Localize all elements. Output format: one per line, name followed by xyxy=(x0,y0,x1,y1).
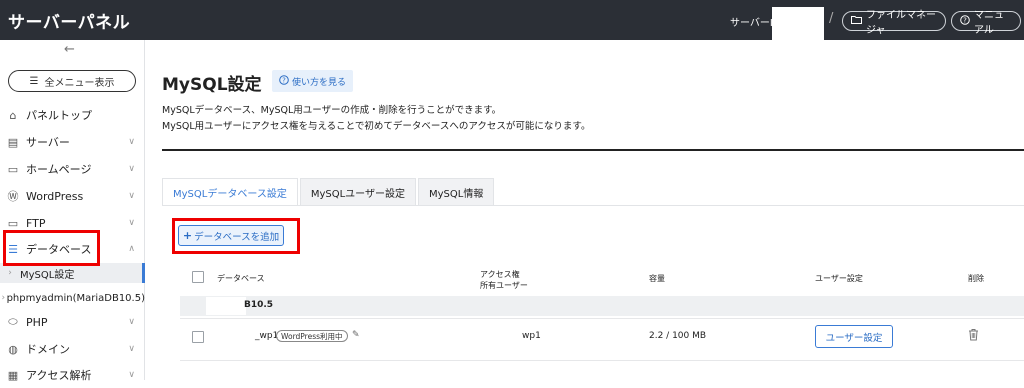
redacted-prefix xyxy=(206,297,246,315)
chevron-down-icon: ∨ xyxy=(128,218,135,228)
all-menu-button[interactable]: ☰ 全メニュー表示 xyxy=(8,70,136,92)
chevron-down-icon: ∨ xyxy=(128,164,135,174)
howto-button[interactable]: ? 使い方を見る xyxy=(272,70,354,92)
group-row: B10.5 xyxy=(180,296,1024,316)
wordpress-icon: Ⓦ xyxy=(7,190,19,203)
sidebar-item-label: パネルトップ xyxy=(26,109,92,122)
howto-label: 使い方を見る xyxy=(292,77,347,88)
all-menu-label: 全メニュー表示 xyxy=(44,77,115,89)
sidebar-item-label: FTP xyxy=(26,216,46,230)
sidebar-item-label: PHP xyxy=(26,315,48,329)
highlight-box-add-database xyxy=(172,218,300,254)
home-icon: ⌂ xyxy=(9,108,17,122)
brand-title[interactable]: サーバーパネル xyxy=(8,8,130,33)
sidebar-item-wordpress[interactable]: Ⓦ WordPress ∨ xyxy=(0,183,145,209)
chevron-down-icon: ∨ xyxy=(128,317,135,327)
database-name: _wp1 xyxy=(255,331,279,341)
group-label: B10.5 xyxy=(244,300,274,310)
php-icon: ⬭ xyxy=(8,315,18,328)
pencil-icon[interactable]: ✎ xyxy=(352,330,360,340)
database-panel: + データベースを追加 データベース アクセス権 所有ユーザー 容量 ユーザー設… xyxy=(162,205,1024,380)
row-checkbox[interactable] xyxy=(192,331,204,343)
tab-bar: MySQLデータベース設定 MySQLユーザー設定 MySQL情報 xyxy=(162,178,496,206)
sidebar-item-label: phpmyadmin(MariaDB10.5) xyxy=(6,292,145,304)
header-capacity: 容量 xyxy=(649,274,665,283)
chevron-up-icon: ∧ xyxy=(128,244,135,254)
window-icon: ▭ xyxy=(7,162,19,176)
arrow-left-icon[interactable]: ← xyxy=(64,42,75,57)
sidebar-item-label: ホームページ xyxy=(26,163,92,176)
main-content: MySQL設定 ? 使い方を見る MySQLデータベース、MySQL用ユーザーの… xyxy=(145,40,1024,380)
tab-mysql-info[interactable]: MySQL情報 xyxy=(417,178,495,206)
user-settings-button[interactable]: ユーザー設定 xyxy=(815,325,893,348)
sidebar-item-label: WordPress xyxy=(26,189,84,203)
separator: / xyxy=(829,11,834,26)
chevron-down-icon: ∨ xyxy=(128,191,135,201)
row-divider xyxy=(180,318,1024,319)
manual-button[interactable]: ? マニュアル xyxy=(951,10,1021,36)
sidebar-item-label: アクセス解析 xyxy=(26,369,92,382)
chevron-down-icon: ∨ xyxy=(128,344,135,354)
help-circle-icon: ? xyxy=(279,74,289,88)
description-line-1: MySQLデータベース、MySQL用ユーザーの作成・削除を行うことができます。 xyxy=(162,105,502,116)
page-title: MySQL設定 xyxy=(162,75,262,95)
description-line-2: MySQL用ユーザーにアクセス権を与えることで初めてデータベースへのアクセスが可… xyxy=(162,121,591,132)
sidebar-item-php[interactable]: ⬭ PHP ∨ xyxy=(0,309,145,335)
divider xyxy=(162,149,1024,151)
row-divider xyxy=(180,360,1024,361)
sidebar-item-label: ドメイン xyxy=(26,343,70,356)
sidebar-item-phpmyadmin[interactable]: › phpmyadmin(MariaDB10.5) xyxy=(0,288,145,308)
globe-icon: ◍ xyxy=(8,342,18,356)
owner-user: wp1 xyxy=(522,331,541,341)
header-owner-user: 所有ユーザー xyxy=(480,281,528,290)
chevron-down-icon: ∨ xyxy=(128,137,135,147)
file-manager-label: ファイルマネージャ xyxy=(866,10,936,36)
top-bar: サーバーパネル サーバーID / ファイルマネージャ ? マニュアル xyxy=(0,0,1024,40)
tab-mysql-database[interactable]: MySQLデータベース設定 xyxy=(162,178,298,206)
header-delete: 削除 xyxy=(968,274,984,283)
svg-text:?: ? xyxy=(282,76,286,84)
server-icon: ▤ xyxy=(7,135,19,149)
header-user-settings: ユーザー設定 xyxy=(815,274,863,283)
header-database: データベース xyxy=(217,274,265,283)
highlight-box-database xyxy=(3,230,100,266)
folder-icon xyxy=(851,15,862,27)
header-access-rights: アクセス権 xyxy=(480,270,520,279)
select-all-checkbox[interactable] xyxy=(192,271,204,283)
sidebar-item-panel-top[interactable]: ⌂ パネルトップ xyxy=(0,102,145,128)
status-badge: WordPress利用中 xyxy=(276,330,348,342)
sidebar-item-access-analysis[interactable]: ▦ アクセス解析 ∨ xyxy=(0,362,145,388)
monitor-icon: ▭ xyxy=(7,216,19,230)
sidebar-item-label: サーバー xyxy=(26,136,70,149)
capacity-value: 2.2 / 100 MB xyxy=(649,331,707,341)
tab-mysql-user[interactable]: MySQLユーザー設定 xyxy=(299,178,416,206)
server-id-value xyxy=(772,7,824,40)
chevron-down-icon: ∨ xyxy=(128,370,135,380)
sidebar-item-homepage[interactable]: ▭ ホームページ ∨ xyxy=(0,156,145,182)
manual-label: マニュアル xyxy=(974,10,1004,36)
help-circle-icon: ? xyxy=(960,14,970,28)
svg-text:?: ? xyxy=(963,16,967,24)
file-manager-button[interactable]: ファイルマネージャ xyxy=(842,10,946,36)
sidebar-item-server[interactable]: ▤ サーバー ∨ xyxy=(0,129,145,155)
sidebar-item-mysql-settings[interactable]: › MySQL設定 xyxy=(0,263,145,283)
trash-icon[interactable] xyxy=(968,328,979,345)
sidebar: ← ☰ 全メニュー表示 ⌂ パネルトップ ▤ サーバー ∨ ▭ ホームページ ∨… xyxy=(0,40,145,382)
hamburger-icon: ☰ xyxy=(29,75,39,87)
chevron-right-icon: › xyxy=(8,268,12,278)
sidebar-item-label: MySQL設定 xyxy=(20,269,75,281)
sidebar-item-domain[interactable]: ◍ ドメイン ∨ xyxy=(0,336,145,362)
